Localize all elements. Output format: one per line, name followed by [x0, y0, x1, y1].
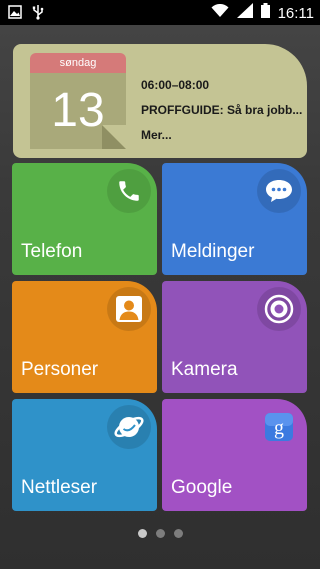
- battery-icon: [260, 3, 270, 23]
- google-icon: g: [257, 405, 301, 449]
- home-screen: søndag 13 06:00–08:00 PROFFGUIDE: Så bra…: [0, 25, 320, 569]
- person-icon: [107, 287, 151, 331]
- tile-label: Kamera: [171, 359, 238, 380]
- clock: 16:11: [277, 4, 314, 22]
- browser-icon: [107, 405, 151, 449]
- svg-text:g: g: [274, 417, 284, 439]
- phone-icon: [107, 169, 151, 213]
- camera-icon: [257, 287, 301, 331]
- tile-personer[interactable]: Personer: [12, 281, 157, 393]
- calendar-day-name: søndag: [30, 53, 126, 73]
- image-icon: [8, 5, 22, 24]
- tile-label: Google: [171, 477, 233, 498]
- page-dot-3[interactable]: [173, 529, 183, 538]
- tile-kamera[interactable]: Kamera: [162, 281, 307, 393]
- page-dot-2[interactable]: [155, 529, 165, 538]
- calendar-icon: søndag 13: [30, 53, 126, 149]
- usb-icon: [32, 4, 44, 25]
- status-bar: 16:11: [0, 0, 320, 25]
- wifi-icon: [211, 3, 229, 23]
- event-title: PROFFGUIDE: Så bra jobb...: [141, 103, 303, 117]
- tile-label: Nettleser: [21, 477, 98, 498]
- more-link[interactable]: Mer...: [141, 128, 302, 142]
- calendar-page-fold: [102, 125, 126, 149]
- tile-telefon[interactable]: Telefon: [12, 163, 157, 275]
- tile-meldinger[interactable]: Meldinger: [162, 163, 307, 275]
- page-dot-1[interactable]: [137, 529, 147, 538]
- signal-icon: [236, 3, 253, 23]
- calendar-widget[interactable]: søndag 13 06:00–08:00 PROFFGUIDE: Så bra…: [13, 44, 307, 158]
- event-time: 06:00–08:00: [141, 78, 210, 92]
- tile-google[interactable]: g Google: [162, 399, 307, 511]
- tile-label: Telefon: [21, 241, 83, 262]
- tile-label: Personer: [21, 359, 99, 380]
- tile-nettleser[interactable]: Nettleser: [12, 399, 157, 511]
- message-icon: [257, 169, 301, 213]
- page-indicator: [0, 529, 320, 538]
- tile-label: Meldinger: [171, 241, 255, 262]
